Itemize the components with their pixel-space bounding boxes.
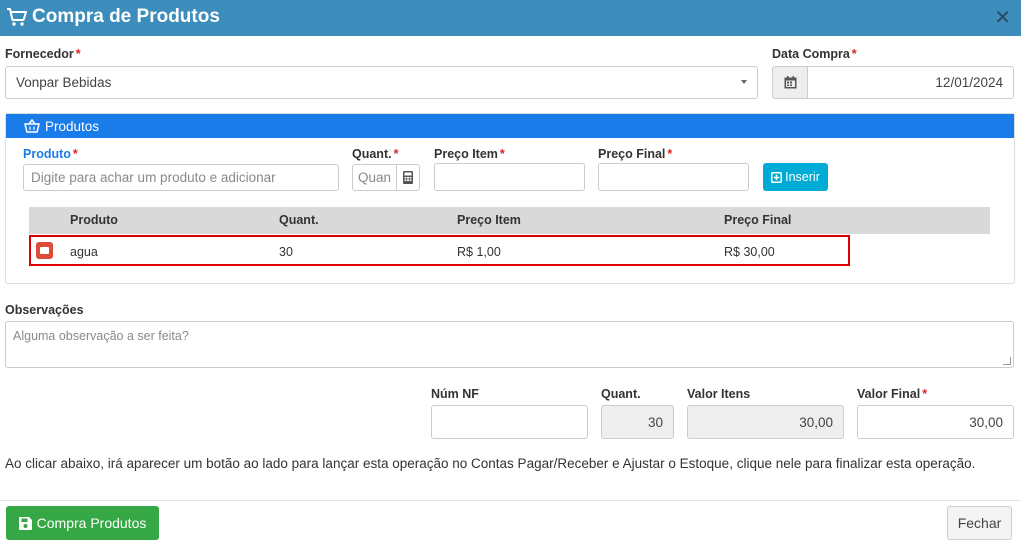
valor-final-value: 30,00 [969, 414, 1003, 430]
produto-label: Produto * [23, 147, 78, 161]
td-quant: 30 [279, 245, 293, 259]
td-preco-final: R$ 30,00 [724, 245, 775, 259]
produto-placeholder: Digite para achar um produto e adicionar [31, 170, 276, 185]
th-produto: Produto [70, 213, 118, 227]
quant-label: Quant. * [352, 147, 399, 161]
data-compra-value: 12/01/2024 [935, 75, 1003, 90]
required-mark: * [922, 387, 928, 401]
close-icon[interactable]: ✕ [994, 8, 1011, 28]
observacoes-label: Observações [5, 303, 84, 317]
produtos-panel-title: Produtos [45, 118, 100, 134]
required-mark: * [499, 147, 505, 161]
modal-title-text: Compra de Produtos [32, 6, 220, 27]
total-quant-label: Quant. [601, 387, 641, 401]
num-nf-label: Núm NF [431, 387, 479, 401]
required-mark: * [851, 47, 857, 61]
quant-placeholder: Quan [358, 170, 392, 185]
fechar-label: Fechar [957, 515, 1002, 531]
preco-final-label: Preço Final * [598, 147, 673, 161]
calculator-icon [403, 171, 413, 184]
valor-itens-value: 30,00 [799, 414, 833, 430]
num-nf-input[interactable] [431, 405, 588, 439]
chevron-down-icon [741, 80, 747, 84]
save-icon [18, 516, 32, 530]
plus-square-icon [771, 171, 783, 183]
valor-itens-field: 30,00 [687, 405, 844, 439]
td-preco-item: R$ 1,00 [457, 245, 501, 259]
compra-produtos-label: Compra Produtos [36, 515, 147, 531]
th-quant: Quant. [279, 213, 319, 227]
td-produto: agua [70, 245, 98, 259]
valor-final-label: Valor Final * [857, 387, 928, 401]
th-preco-final: Preço Final [724, 213, 792, 227]
total-quant-field: 30 [601, 405, 674, 439]
calendar-addon[interactable] [772, 66, 808, 99]
valor-itens-label: Valor Itens [687, 387, 751, 401]
calendar-icon [784, 76, 796, 89]
fornecedor-select[interactable]: Vonpar Bebidas [5, 66, 758, 99]
finalize-notice: Ao clicar abaixo, irá aparecer um botão … [5, 456, 976, 471]
required-mark: * [75, 47, 81, 61]
resize-handle-icon[interactable] [1003, 357, 1011, 365]
data-compra-input[interactable]: 12/01/2024 [807, 66, 1014, 99]
produto-search-input[interactable]: Digite para achar um produto e adicionar [23, 164, 339, 191]
observacoes-placeholder: Alguma observação a ser feita? [13, 329, 189, 343]
fornecedor-value: Vonpar Bebidas [16, 75, 112, 90]
fornecedor-label: Fornecedor * [5, 47, 81, 61]
calculator-button[interactable] [396, 164, 420, 191]
data-compra-label: Data Compra * [772, 47, 857, 61]
th-preco-item: Preço Item [457, 213, 521, 227]
preco-item-label: Preço Item * [434, 147, 505, 161]
valor-final-input[interactable]: 30,00 [857, 405, 1014, 439]
produtos-panel-header: Produtos [6, 114, 1014, 138]
shopping-cart-icon [7, 8, 27, 26]
remove-row-button[interactable] [36, 242, 53, 259]
required-mark: * [72, 147, 78, 161]
products-table-header: Produto Quant. Preço Item Preço Final [29, 207, 990, 234]
fechar-button[interactable]: Fechar [947, 506, 1012, 540]
observacoes-textarea[interactable]: Alguma observação a ser feita? [5, 321, 1014, 368]
quant-input[interactable]: Quan [352, 164, 397, 191]
modal-title: Compra de Produtos [6, 6, 220, 28]
preco-final-input[interactable] [598, 163, 749, 191]
insert-button[interactable]: Inserir [763, 163, 828, 191]
required-mark: * [667, 147, 673, 161]
insert-button-label: Inserir [785, 170, 820, 184]
modal-header: Compra de Produtos ✕ [0, 0, 1021, 36]
required-mark: * [393, 147, 399, 161]
minus-icon [40, 247, 49, 254]
preco-item-input[interactable] [434, 163, 585, 191]
total-quant-value: 30 [647, 414, 663, 430]
basket-icon [24, 119, 40, 133]
table-row: agua 30 R$ 1,00 R$ 30,00 [29, 235, 850, 266]
compra-produtos-button[interactable]: Compra Produtos [6, 506, 159, 540]
footer-divider [0, 500, 1021, 501]
